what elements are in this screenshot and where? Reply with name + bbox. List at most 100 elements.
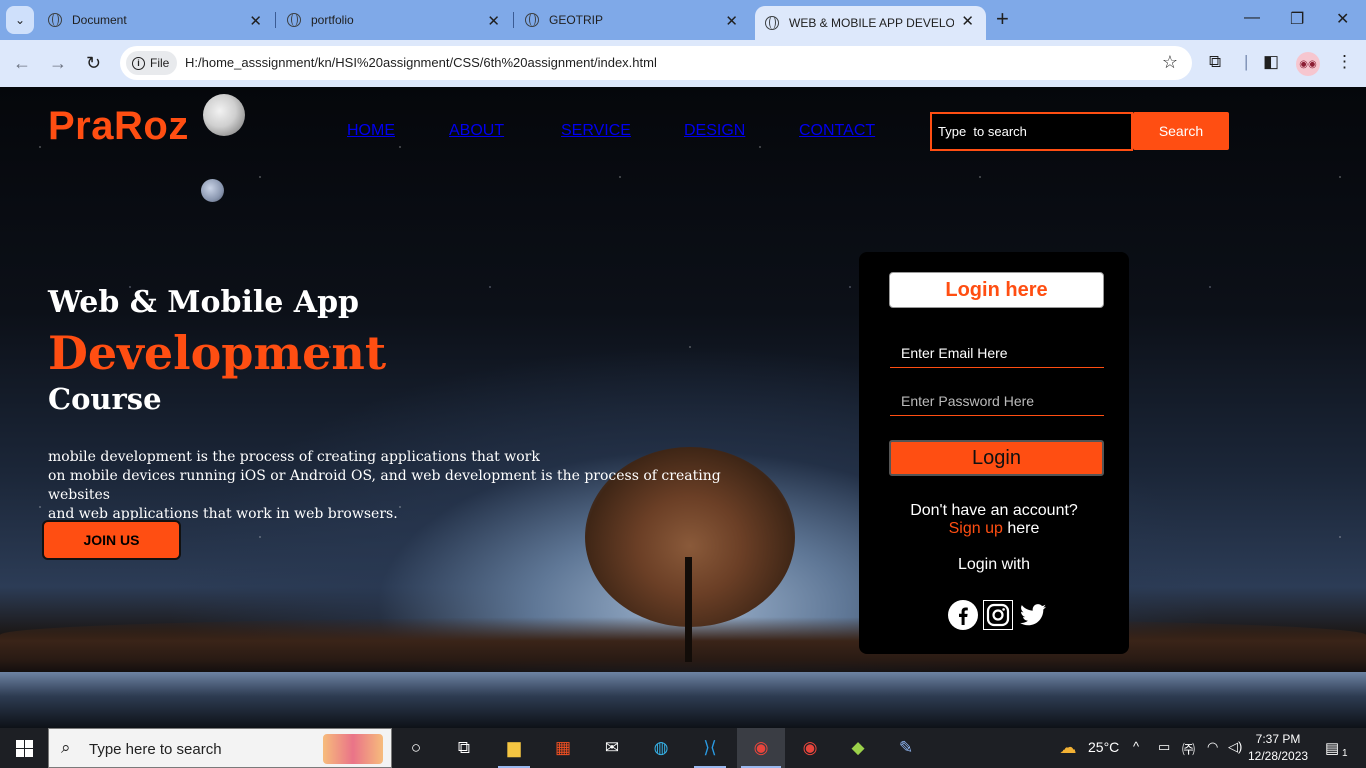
tab-title: Document	[72, 13, 127, 27]
file-explorer-icon[interactable]: ▆	[502, 736, 526, 760]
clock-date: 12/28/2023	[1248, 749, 1309, 763]
taskbar-search-placeholder: Type here to search	[89, 741, 222, 758]
info-icon: i	[132, 56, 145, 70]
tab-portfolio[interactable]: portfolio ✕	[287, 6, 500, 34]
close-icon[interactable]: ✕	[487, 12, 500, 30]
tab-title: WEB & MOBILE APP DEVELOPM	[789, 16, 954, 30]
paint-icon[interactable]: ✎	[894, 736, 918, 760]
taskbar-search-box[interactable]: ⌕ Type here to search	[48, 728, 392, 768]
login-button[interactable]: Login	[889, 440, 1104, 476]
weather-icon[interactable]: ☁	[1056, 736, 1080, 760]
close-icon[interactable]: ✕	[725, 12, 738, 30]
meet-now-icon[interactable]: ▭	[1158, 739, 1170, 755]
nav-home[interactable]: HOME	[347, 122, 395, 140]
globe-icon	[287, 13, 301, 27]
forward-icon[interactable]: →	[49, 53, 67, 74]
tab-search-button[interactable]: ⌄	[6, 6, 34, 34]
wifi-icon[interactable]: ◠	[1207, 739, 1218, 755]
tab-web-mobile-app[interactable]: WEB & MOBILE APP DEVELOPM ✕	[755, 6, 986, 40]
tab-title: portfolio	[311, 13, 354, 27]
join-us-button[interactable]: JOIN US	[42, 520, 181, 560]
nav-service[interactable]: SERVICE	[561, 122, 631, 140]
hero-heading: Web & Mobile App Development Course	[48, 285, 386, 416]
vscode-icon[interactable]: ⟩⟨	[698, 736, 722, 760]
nav-contact[interactable]: CONTACT	[799, 122, 875, 140]
edge-icon[interactable]: ◍	[649, 736, 673, 760]
menu-icon[interactable]: ⋮	[1336, 52, 1353, 72]
new-tab-button[interactable]: +	[996, 8, 1009, 30]
tab-geotrip[interactable]: GEOTRIP ✕	[525, 6, 738, 34]
back-icon[interactable]: ←	[13, 53, 31, 74]
signup-link[interactable]: Sign up	[949, 520, 1003, 537]
notification-count: 1	[1342, 748, 1348, 759]
language-icon[interactable]: ㈜	[1182, 739, 1195, 758]
web-page: PraRoz HOME ABOUT SERVICE DESIGN CONTACT…	[0, 87, 1366, 728]
close-icon[interactable]: ✕	[961, 12, 974, 30]
email-field[interactable]	[890, 338, 1104, 368]
password-field[interactable]	[890, 386, 1104, 416]
browser-toolbar: ← → ↻ i File H:/home_asssignment/kn/HSI%…	[0, 40, 1366, 87]
social-login-icons	[948, 600, 1048, 630]
toolbar-divider: |	[1244, 52, 1249, 71]
description-line: mobile development is the process of cre…	[48, 449, 540, 465]
search-icon: ⌕	[61, 738, 71, 757]
tab-divider	[275, 12, 276, 28]
minimize-icon[interactable]: —	[1244, 9, 1260, 27]
small-moon-image	[201, 179, 224, 202]
profile-avatar[interactable]: ◉◉	[1296, 52, 1320, 76]
browser-tab-bar: ⌄ Document ✕ portfolio ✕ GEOTRIP ✕ WEB &…	[0, 0, 1366, 40]
login-with-label: Login with	[957, 556, 1031, 573]
tree-trunk	[685, 557, 692, 662]
login-card: Login here Login Don't have an account? …	[859, 252, 1129, 654]
bookmark-star-icon[interactable]: ☆	[1162, 52, 1178, 73]
tab-title: GEOTRIP	[549, 13, 604, 27]
nav-about[interactable]: ABOUT	[449, 122, 504, 140]
weather-temperature[interactable]: 25°C	[1088, 739, 1119, 755]
search-input[interactable]	[930, 112, 1133, 151]
nav-design[interactable]: DESIGN	[684, 122, 745, 140]
window-close-icon[interactable]: ✕	[1336, 9, 1349, 29]
globe-icon	[765, 16, 779, 30]
system-clock[interactable]: 7:37 PM 12/28/2023	[1248, 731, 1308, 765]
instagram-icon[interactable]	[983, 600, 1013, 630]
mail-icon[interactable]: ✉	[600, 736, 624, 760]
twitter-icon[interactable]	[1018, 600, 1048, 630]
login-title: Login here	[889, 272, 1104, 308]
tab-document[interactable]: Document ✕	[48, 6, 262, 34]
water-reflection	[0, 672, 1366, 728]
hero-description: mobile development is the process of cre…	[48, 448, 778, 524]
hero-title-line3: Course	[48, 382, 162, 416]
side-panel-icon[interactable]: ◧	[1263, 52, 1279, 72]
signup-prompt: Don't have an account? Sign up here	[859, 502, 1129, 538]
address-bar[interactable]: i File H:/home_asssignment/kn/HSI%20assi…	[120, 46, 1192, 80]
globe-icon	[525, 13, 539, 27]
hero-title-line2: Development	[48, 326, 387, 380]
task-view-icon[interactable]: ⧉	[452, 736, 476, 760]
git-icon[interactable]: ◆	[846, 736, 870, 760]
file-chip-label: File	[150, 56, 170, 70]
volume-icon[interactable]: ◁)	[1228, 739, 1242, 755]
cortana-icon[interactable]: ○	[404, 736, 428, 760]
calendar-highlight-icon	[323, 734, 383, 764]
microsoft-store-icon[interactable]: ▦	[551, 736, 575, 760]
restore-icon[interactable]: ❐	[1290, 9, 1304, 29]
brand-logo[interactable]: PraRoz	[48, 104, 189, 149]
windows-start-icon[interactable]	[16, 740, 33, 757]
extensions-icon[interactable]: ⧉	[1209, 52, 1221, 72]
no-account-text: Don't have an account?	[910, 502, 1078, 519]
chrome-profile-icon[interactable]: ◉	[798, 736, 822, 760]
hero-title-line1: Web & Mobile App	[48, 285, 360, 320]
notifications-icon[interactable]: ▤	[1325, 739, 1339, 757]
tab-divider	[513, 12, 514, 28]
facebook-icon[interactable]	[948, 600, 978, 630]
site-info-chip[interactable]: i File	[126, 51, 178, 75]
search-button[interactable]: Search	[1133, 112, 1229, 150]
windows-taskbar: ⌕ Type here to search ○ ⧉ ▆ ▦ ✉ ◍ ⟩⟨ ◉ ◉…	[0, 728, 1366, 768]
tray-chevron-icon[interactable]: ^	[1133, 739, 1139, 754]
close-icon[interactable]: ✕	[249, 12, 262, 30]
url-text[interactable]: H:/home_asssignment/kn/HSI%20assignment/…	[185, 55, 657, 70]
reload-icon[interactable]: ↻	[86, 53, 101, 74]
globe-icon	[48, 13, 62, 27]
chrome-icon[interactable]: ◉	[749, 736, 773, 760]
signup-suffix: here	[1007, 520, 1040, 537]
